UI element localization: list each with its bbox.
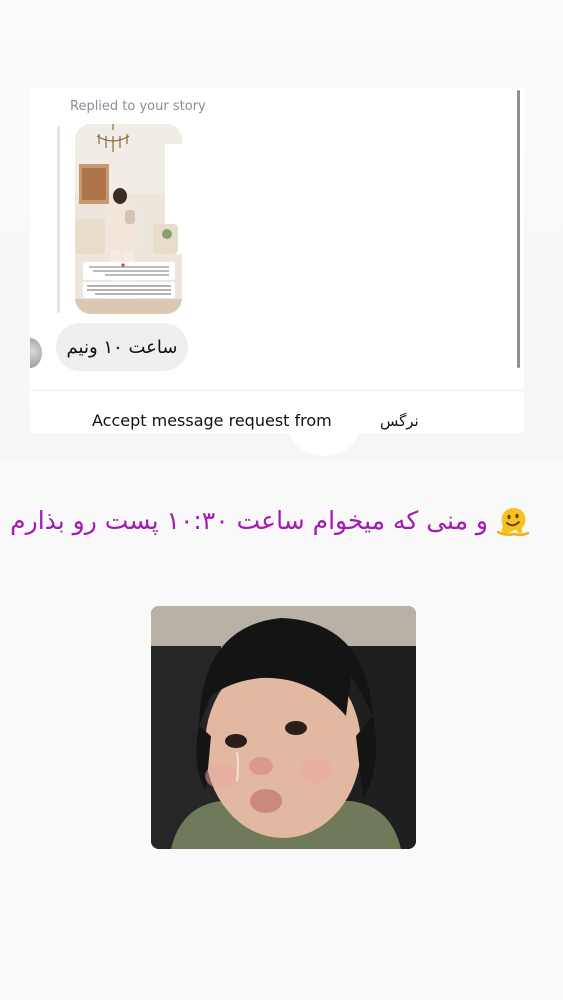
sender-avatar[interactable] [30,338,42,368]
message-bubble[interactable]: ساعت ۱۰ ونیم [56,323,188,371]
divider [30,390,524,391]
replied-to-story-label: Replied to your story [70,99,206,114]
melting-face-icon [496,507,530,537]
crying-baby-photo [151,606,416,849]
dm-screenshot-card: Replied to your story ساعت ۱۰ ونیم Accep… [30,88,524,433]
reply-quote-bar [57,126,60,313]
story-thumbnail[interactable] [75,124,182,314]
caption-text: و منی که میخوام ساعت ۱۰:۳۰ پست رو بذارم [10,505,488,535]
sender-name: نرگس [380,412,419,430]
message-text: ساعت ۱۰ ونیم [66,336,178,358]
scrollbar[interactable] [517,90,520,368]
story-caption: و منی که میخوام ساعت ۱۰:۳۰ پست رو بذارم [10,500,530,540]
